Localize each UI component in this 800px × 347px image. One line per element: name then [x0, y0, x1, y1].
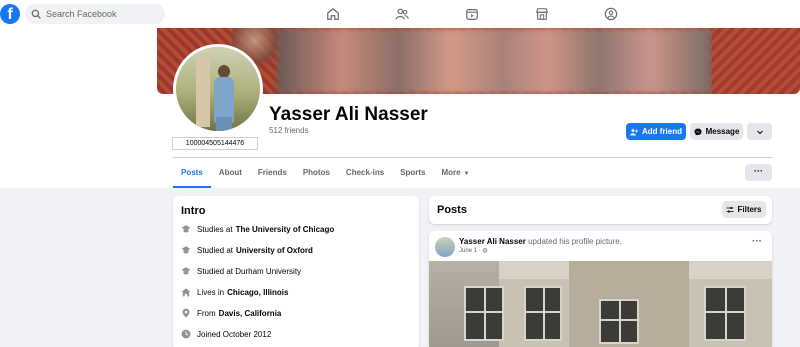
cover-photo-blurred-region: [277, 28, 712, 94]
more-options-button[interactable]: ···: [745, 164, 772, 181]
tab-friends[interactable]: Friends: [250, 160, 295, 188]
intro-row-hometown: From Davis, California: [181, 307, 281, 319]
location-pin-icon: [182, 308, 190, 318]
header-divider: [173, 157, 773, 158]
intro-title: Intro: [181, 205, 206, 217]
house-icon: [181, 288, 191, 297]
add-person-icon: [630, 128, 638, 135]
intro-row-education: Studies at The University of Chicago: [181, 223, 334, 235]
message-button[interactable]: Message: [690, 123, 743, 140]
groups-icon[interactable]: [604, 7, 618, 21]
watch-icon[interactable]: [465, 7, 479, 21]
add-friend-label: Add friend: [642, 127, 682, 136]
intro-card: Intro Studies at The University of Chicag…: [173, 196, 419, 347]
post-author-name[interactable]: Yasser Ali Nasser: [459, 237, 526, 246]
intro-row-residence: Lives in Chicago, Illinois: [181, 286, 288, 298]
tab-sports[interactable]: Sports: [392, 160, 433, 188]
top-navigation-bar: f: [0, 0, 800, 28]
graduation-cap-icon: [181, 267, 191, 275]
post-author-avatar[interactable]: [435, 237, 455, 257]
filters-label: Filters: [737, 205, 762, 214]
intro-row-education: Studied at Durham University: [181, 265, 301, 277]
search-box[interactable]: [25, 4, 165, 24]
messenger-icon: [694, 128, 702, 135]
profile-name: Yasser Ali Nasser: [269, 104, 428, 125]
friends-count[interactable]: 512 friends: [269, 126, 309, 135]
facebook-logo[interactable]: f: [0, 4, 20, 24]
profile-tabs: Posts About Friends Photos Check-ins Spo…: [173, 160, 478, 188]
search-input[interactable]: [46, 9, 156, 19]
post-card: Yasser Ali Nasser updated his profile pi…: [429, 231, 772, 347]
chevron-down-icon: [756, 130, 763, 134]
home-icon[interactable]: [326, 7, 340, 21]
clock-icon: [181, 329, 191, 339]
intro-row-education: Studied at University of Oxford: [181, 244, 313, 256]
search-icon: [31, 9, 41, 19]
tab-posts[interactable]: Posts: [173, 160, 211, 188]
profile-options-dropdown[interactable]: [747, 123, 772, 140]
sliders-icon: [726, 206, 734, 212]
tab-check-ins[interactable]: Check-ins: [338, 160, 392, 188]
posts-header-card: Posts Filters: [429, 196, 772, 224]
graduation-cap-icon: [181, 225, 191, 233]
post-date[interactable]: June 1: [459, 248, 477, 254]
intro-row-joined: Joined October 2012: [181, 328, 271, 340]
post-photo[interactable]: [429, 261, 772, 347]
user-id-label: 100004505144476: [172, 137, 258, 150]
cover-photo-carpet: [712, 28, 800, 94]
globe-icon: ◍: [482, 248, 488, 254]
post-header-text: Yasser Ali Nasser updated his profile pi…: [459, 237, 622, 246]
posts-title: Posts: [437, 204, 467, 216]
add-friend-button[interactable]: Add friend: [626, 123, 686, 140]
tab-photos[interactable]: Photos: [295, 160, 338, 188]
graduation-cap-icon: [181, 246, 191, 254]
post-options-button[interactable]: ···: [752, 236, 762, 247]
tab-more-label: More: [441, 168, 461, 177]
message-label: Message: [705, 127, 740, 136]
tab-more[interactable]: More ▼: [434, 160, 478, 188]
marketplace-icon[interactable]: [535, 7, 549, 21]
caret-down-icon: ▼: [463, 171, 470, 177]
tab-about[interactable]: About: [211, 160, 250, 188]
filters-button[interactable]: Filters: [722, 201, 766, 218]
post-meta: June 1 · ◍: [459, 247, 488, 254]
profile-picture[interactable]: [173, 44, 263, 134]
friends-icon[interactable]: [395, 7, 409, 21]
post-action: updated his profile picture.: [528, 237, 622, 246]
